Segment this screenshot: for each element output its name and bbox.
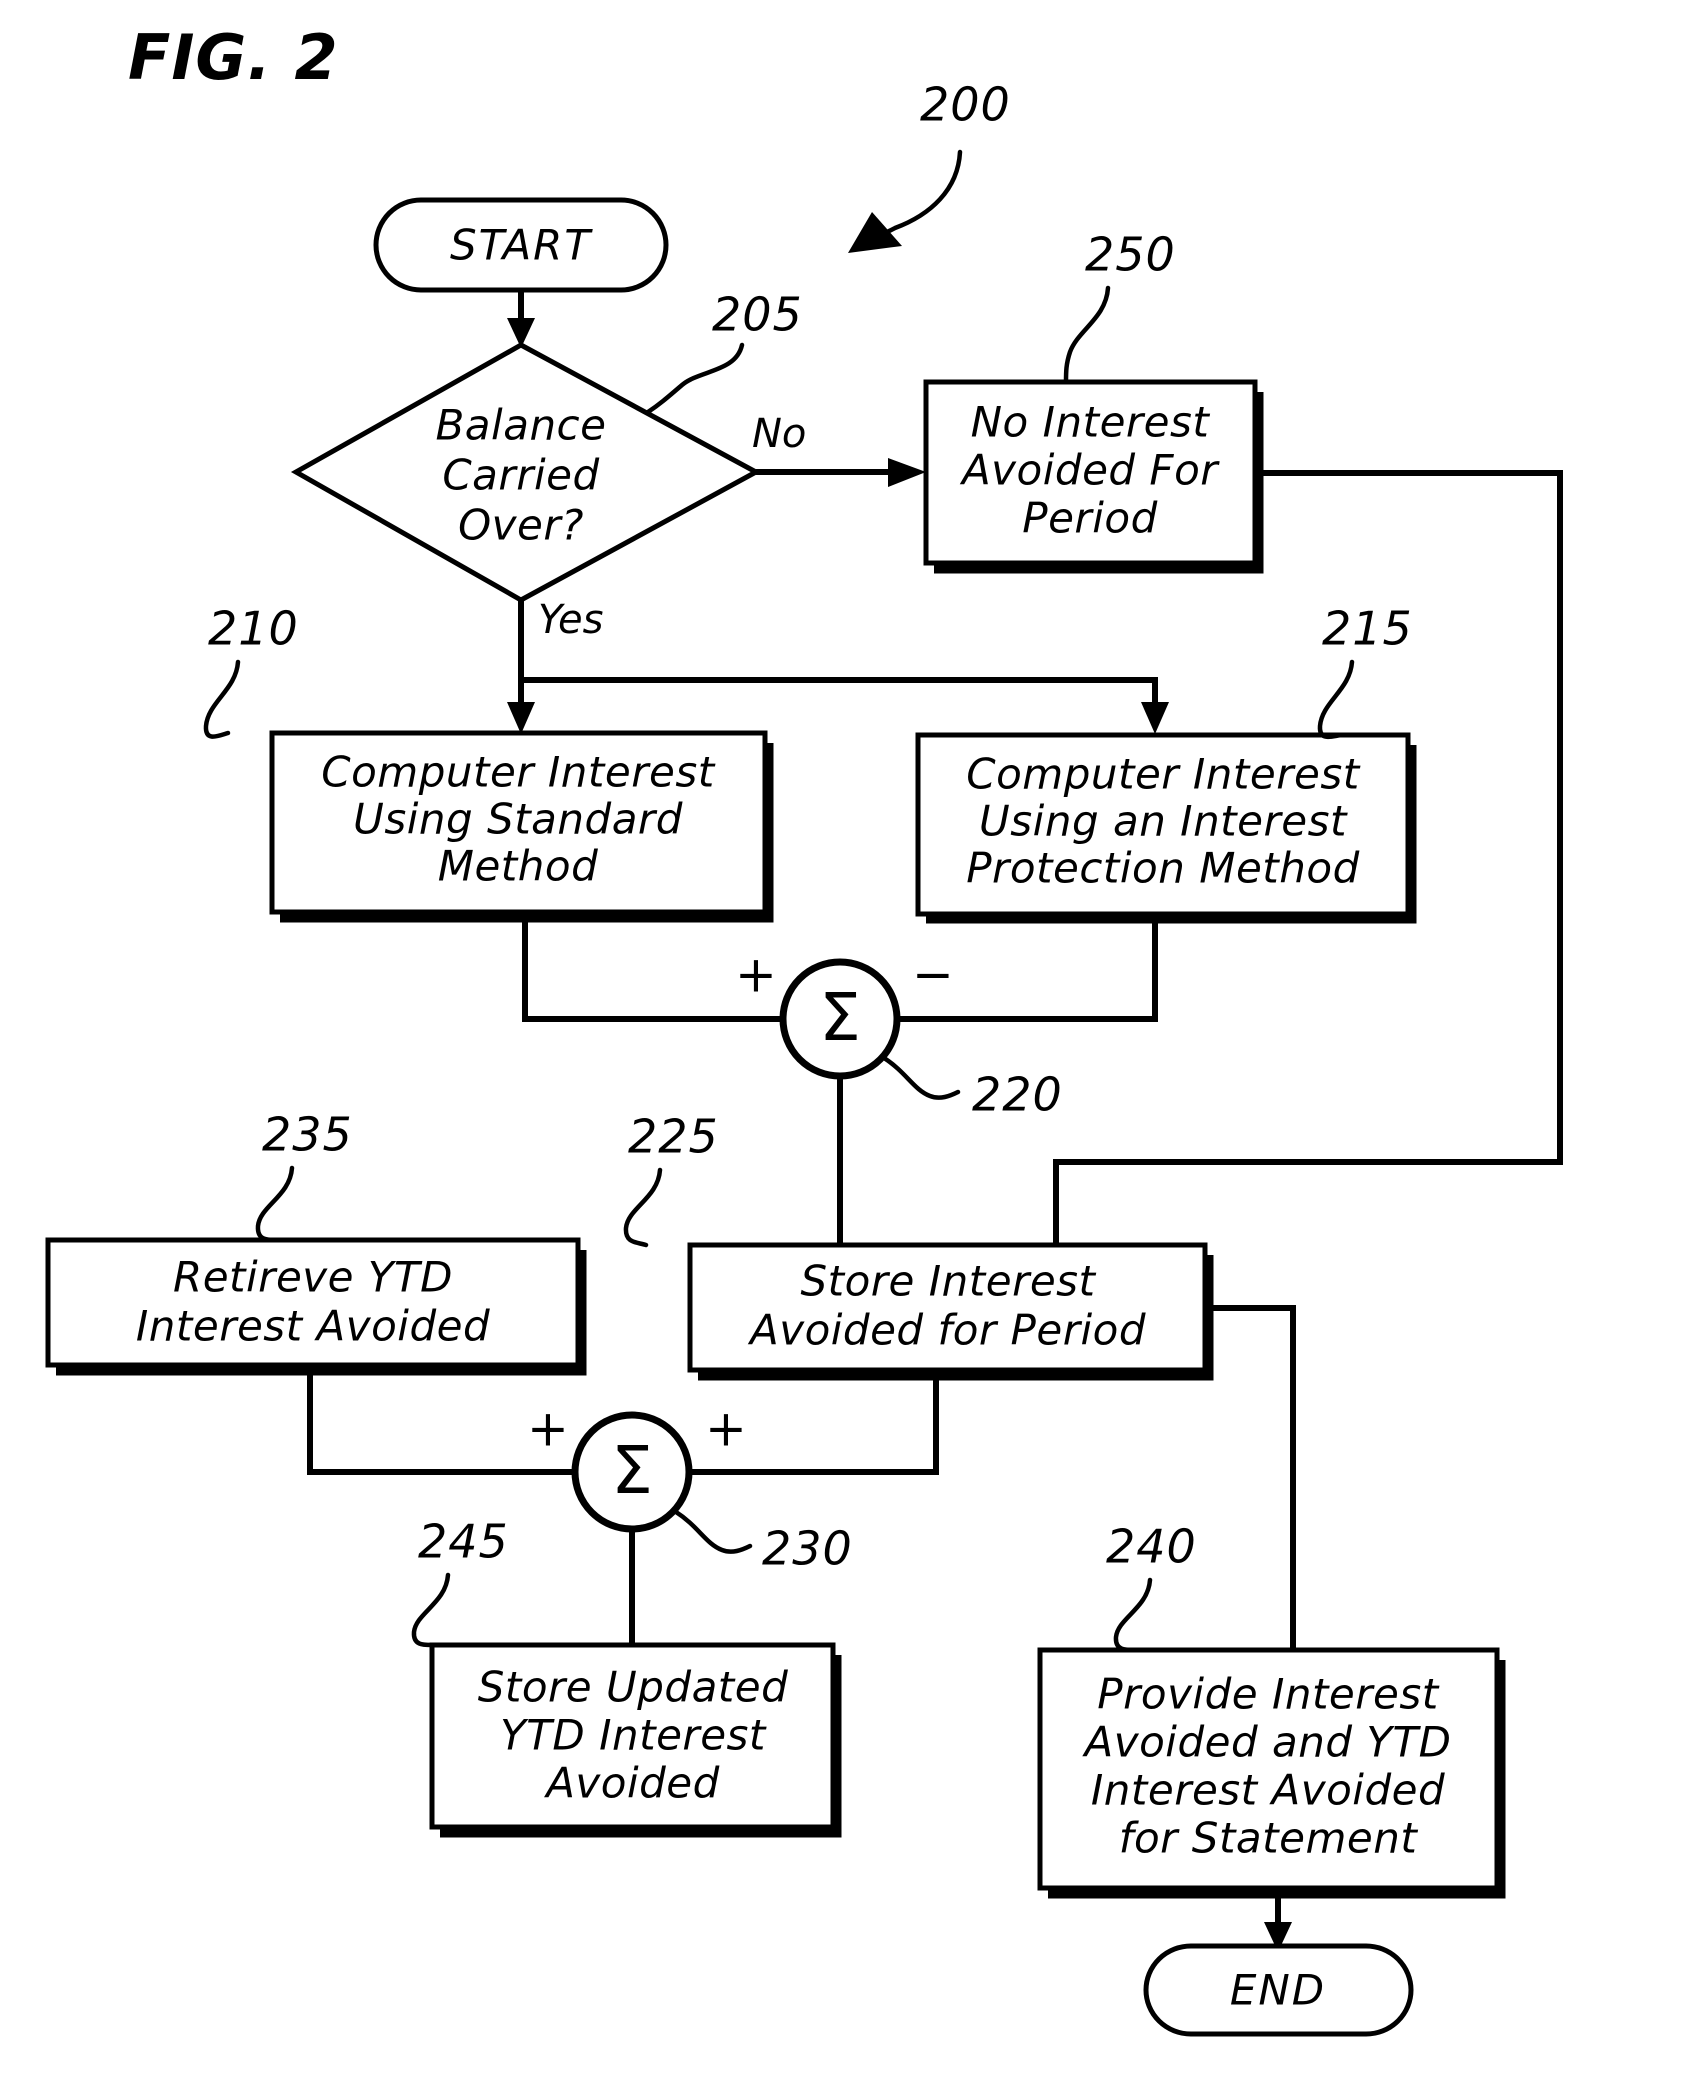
ref-225-leader (623, 1167, 663, 1248)
node-box-235: Retireve YTD Interest Avoided (45, 1237, 587, 1376)
edge-to-210-arrowhead (507, 702, 535, 734)
ref-205-leader (645, 342, 745, 415)
ref-label-230: 230 (762, 1522, 853, 1576)
start-label: START (450, 221, 593, 270)
figure-canvas: FIG. 2 200 START Balance Carried Over? 2… (0, 0, 1695, 2088)
sum-220-sign-right: − (912, 946, 954, 1004)
node-box-250: No Interest Avoided For Period (923, 379, 1264, 574)
node-sum-220: Σ (779, 958, 901, 1080)
node-sum-230: Σ (571, 1411, 693, 1533)
ref-label-225: 225 (628, 1110, 719, 1164)
box-235-line2: Interest Avoided (136, 1302, 490, 1351)
ref-235-leader (255, 1165, 295, 1243)
ref-label-235: 235 (262, 1108, 353, 1162)
sum-230-symbol: Σ (611, 1432, 653, 1509)
sum-220-symbol: Σ (819, 979, 861, 1056)
node-box-240: Provide Interest Avoided and YTD Interes… (1037, 1647, 1506, 1899)
ref-label-200: 200 (920, 78, 1011, 132)
ref-label-250: 250 (1085, 228, 1176, 282)
node-box-225: Store Interest Avoided for Period (687, 1242, 1214, 1381)
ref-label-215: 215 (1322, 602, 1413, 656)
edge-225-to-240 (1205, 1305, 1296, 1648)
box-245-line3: Avoided (543, 1759, 720, 1808)
ref-label-210: 210 (208, 602, 299, 656)
box-235-line1: Retireve YTD (173, 1253, 453, 1302)
box-240-line2: Avoided and YTD (1082, 1718, 1452, 1767)
box-215-line3: Protection Method (966, 844, 1360, 893)
node-box-215: Computer Interest Using an Interest Prot… (915, 732, 1417, 924)
decision-205-line2: Carried (442, 451, 599, 500)
box-210-line1: Computer Interest (321, 748, 715, 797)
node-end: END (1143, 1943, 1414, 2037)
box-245-line1: Store Updated (478, 1663, 789, 1712)
ref-label-240: 240 (1106, 1520, 1197, 1574)
ref-label-205: 205 (712, 288, 803, 342)
box-240-line3: Interest Avoided (1091, 1766, 1445, 1815)
decision-205-line1: Balance (435, 401, 606, 450)
box-215-line1: Computer Interest (966, 750, 1360, 799)
flowchart-svg: FIG. 2 200 START Balance Carried Over? 2… (45, 21, 1563, 2037)
box-210-line3: Method (438, 842, 599, 891)
edge-to-215-arrowhead (1141, 702, 1169, 734)
node-start: START (373, 197, 669, 293)
ref-215-leader (1317, 659, 1355, 740)
sum-230-sign-right: + (705, 1400, 747, 1458)
ref-220-leader (881, 1055, 961, 1100)
sum-230-sign-left: + (527, 1400, 569, 1458)
edge-label-yes: Yes (538, 597, 604, 643)
ref-240-leader (1113, 1577, 1153, 1653)
box-250-line1: No Interest (971, 398, 1211, 447)
box-250-line3: Period (1022, 494, 1157, 543)
end-label: END (1230, 1966, 1326, 2015)
edge-label-no: No (752, 411, 806, 457)
box-240-line4: for Statement (1119, 1814, 1419, 1863)
ref-230-leader (673, 1509, 753, 1554)
box-240-line1: Provide Interest (1097, 1670, 1439, 1719)
box-225-line1: Store Interest (800, 1257, 1096, 1306)
box-215-line2: Using an Interest (979, 797, 1348, 846)
ref-label-220: 220 (972, 1068, 1063, 1122)
box-210-line2: Using Standard (353, 795, 683, 844)
sum-220-sign-left: + (735, 946, 777, 1004)
edge-yes-branch-right (521, 677, 1158, 708)
box-250-line2: Avoided For (959, 446, 1220, 495)
figure-title: FIG. 2 (128, 21, 339, 94)
edge-no-arrowhead (888, 458, 926, 487)
box-245-line2: YTD Interest (500, 1711, 767, 1760)
node-box-245: Store Updated YTD Interest Avoided (429, 1642, 842, 1838)
node-box-210: Computer Interest Using Standard Method (269, 730, 774, 923)
ref-245-leader (411, 1572, 451, 1648)
ref-label-245: 245 (418, 1515, 509, 1569)
decision-205-line3: Over? (458, 501, 584, 550)
box-225-line2: Avoided for Period (747, 1306, 1146, 1355)
ref-250-leader (1063, 285, 1111, 385)
ref-210-leader (203, 659, 241, 739)
ref-200-arrowhead (848, 212, 902, 253)
